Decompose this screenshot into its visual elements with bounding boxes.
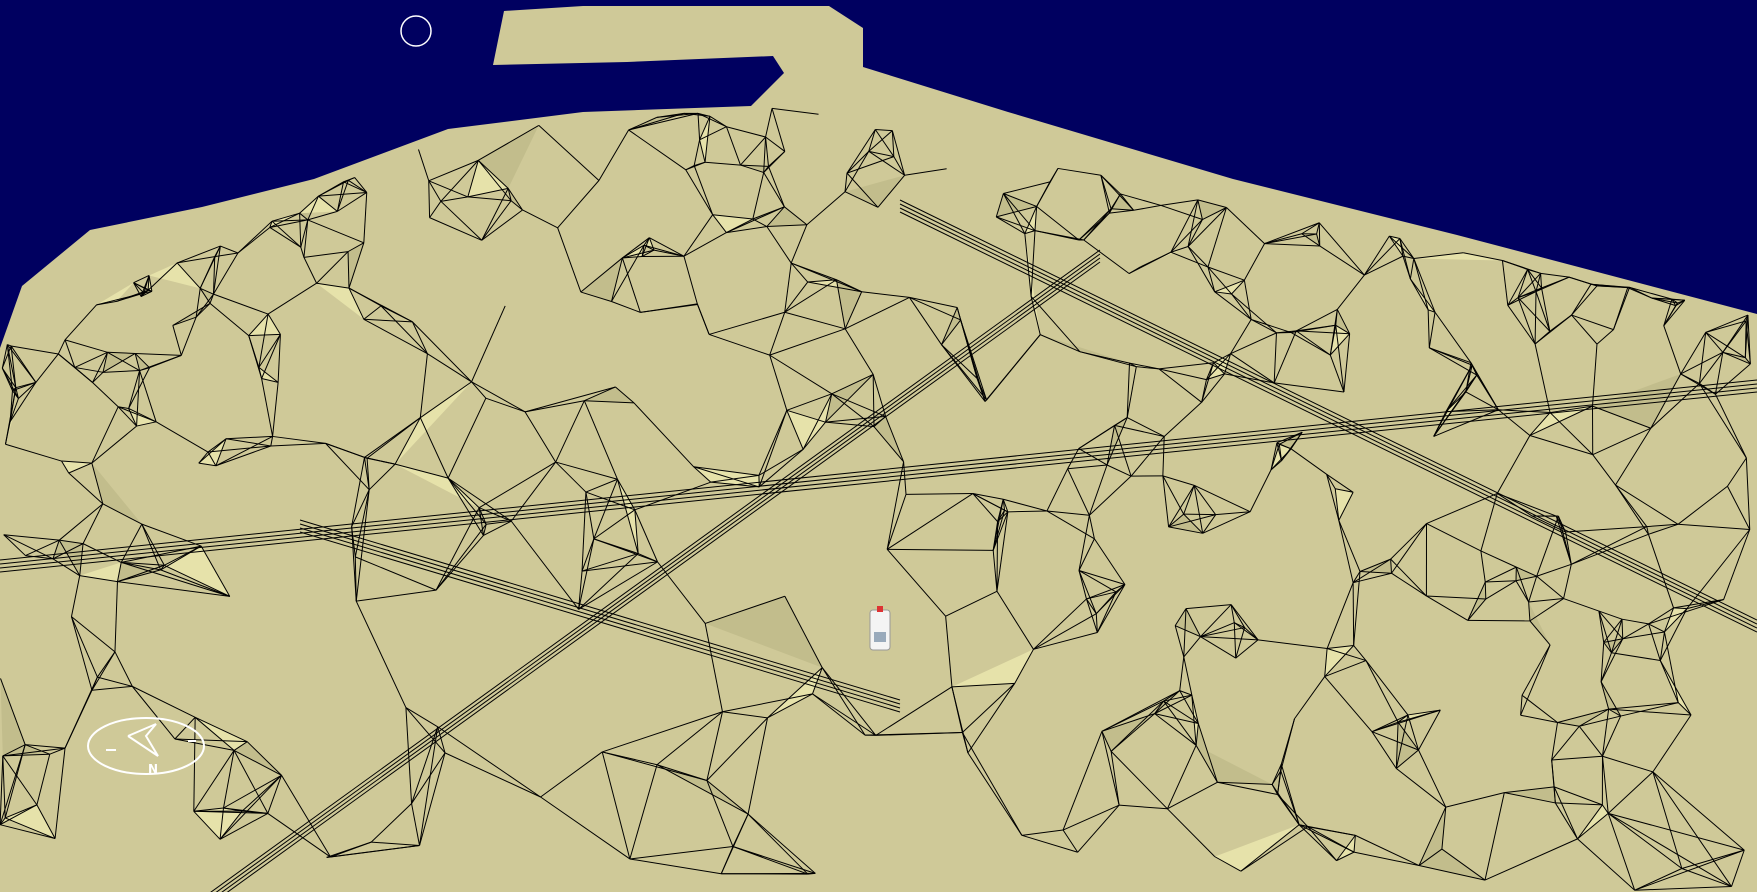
mesh-edge: [1183, 513, 1216, 516]
vehicle-icon[interactable]: [869, 606, 891, 651]
mesh-edge: [996, 521, 999, 592]
mesh-edge: [1352, 582, 1355, 646]
compass-north-label: N: [148, 762, 158, 776]
mesh-edge: [1484, 582, 1487, 600]
3d-terrain-viewport[interactable]: N: [0, 0, 1757, 892]
mesh-edge: [1673, 607, 1687, 610]
